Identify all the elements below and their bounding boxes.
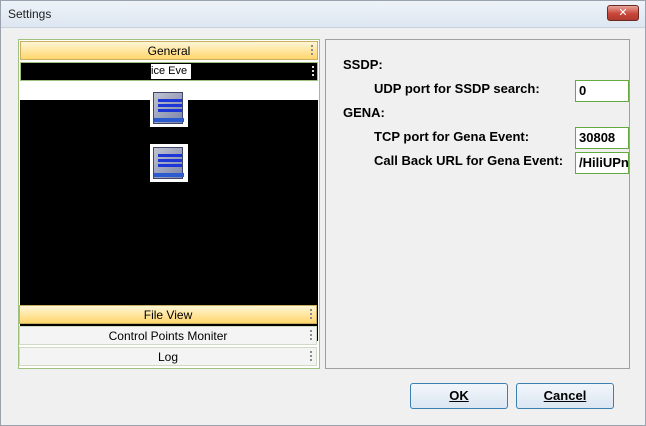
section-general-label: General <box>147 44 191 58</box>
callback-url-input[interactable]: /HiliUPn <box>575 152 629 174</box>
close-button[interactable]: ✕ <box>607 5 639 21</box>
title-bar[interactable]: Settings ✕ <box>1 1 645 28</box>
section-general[interactable]: General <box>20 41 318 60</box>
gena-heading: GENA: <box>343 105 385 120</box>
subheader-label: ice Eve <box>151 64 191 79</box>
udp-port-input[interactable]: 0 <box>575 80 629 102</box>
section-control-points-label: Control Points Moniter <box>108 329 228 343</box>
ssdp-heading: SSDP: <box>343 57 383 72</box>
section-log[interactable]: Log <box>19 347 317 366</box>
grip-icon <box>310 351 312 363</box>
tcp-port-label: TCP port for Gena Event: <box>374 129 530 144</box>
section-log-label: Log <box>157 350 179 364</box>
settings-window: Settings ✕ General ice Eve File View Con… <box>0 0 646 426</box>
grip-icon <box>311 45 313 57</box>
grip-icon <box>310 330 312 342</box>
window-title: Settings <box>8 7 52 21</box>
section-file-view-label: File View <box>143 308 193 322</box>
section-control-points-moniter[interactable]: Control Points Moniter <box>19 326 317 345</box>
general-subheader[interactable]: ice Eve <box>20 62 318 81</box>
document-list-icon[interactable] <box>150 144 188 182</box>
grip-icon <box>310 309 312 321</box>
tcp-port-input[interactable]: 30808 <box>575 127 629 149</box>
callback-url-label: Call Back URL for Gena Event: <box>374 153 564 168</box>
document-list-icon[interactable] <box>150 89 188 127</box>
cancel-button[interactable]: Cancel <box>516 383 614 409</box>
close-icon: ✕ <box>618 7 628 19</box>
grip-icon <box>312 66 314 78</box>
udp-port-label: UDP port for SSDP search: <box>374 81 540 96</box>
ok-button[interactable]: OK <box>410 383 508 409</box>
section-file-view[interactable]: File View <box>19 305 317 324</box>
